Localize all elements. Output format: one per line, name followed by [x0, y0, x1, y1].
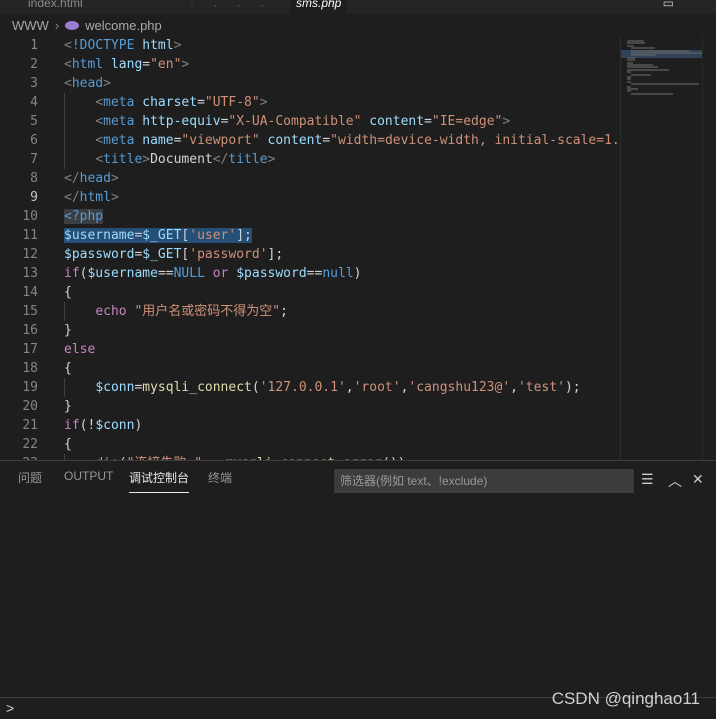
breadcrumb-file[interactable]: welcome.php: [85, 18, 162, 33]
split-editor-icon[interactable]: ▭: [663, 0, 674, 10]
tab-sms-php[interactable]: sms.php: [290, 0, 348, 14]
code-text[interactable]: $username=$_GET['user'];: [64, 226, 252, 245]
code-line[interactable]: 8 </head>: [0, 169, 620, 188]
code-text[interactable]: </head>: [64, 169, 119, 188]
vertical-scrollbar[interactable]: [702, 36, 716, 460]
code-text[interactable]: <meta http-equiv="X-UA-Compatible" conte…: [64, 112, 510, 131]
code-line[interactable]: 11 $username=$_GET['user'];: [0, 226, 620, 245]
chevron-up-icon[interactable]: ︿: [668, 471, 682, 491]
minimap-line: [631, 73, 651, 76]
code-text[interactable]: <title>Document</title>: [64, 150, 275, 169]
code-text[interactable]: if($username==NULL or $password==null): [64, 264, 361, 283]
tab-index-html[interactable]: index.html: [28, 0, 83, 14]
line-number: 5: [30, 114, 38, 129]
code-text[interactable]: <meta name="viewport" content="width=dev…: [64, 131, 620, 150]
line-number: 14: [22, 285, 38, 300]
code-line[interactable]: 21 if(!$conn): [0, 416, 620, 435]
minimap-line: [627, 68, 669, 71]
code-line[interactable]: 17 else: [0, 340, 620, 359]
line-number: 9: [30, 190, 38, 205]
line-number: 3: [30, 76, 38, 91]
code-line[interactable]: 3 <head>: [0, 74, 620, 93]
code-line[interactable]: 7 <title>Document</title>: [0, 150, 620, 169]
line-number: 12: [22, 247, 38, 262]
editor-tab-strip: index.html · · · · sms.php ▭: [0, 0, 716, 14]
code-text[interactable]: </html>: [64, 188, 119, 207]
line-number: 17: [22, 342, 38, 357]
code-line[interactable]: 19 $conn=mysqli_connect('127.0.0.1','roo…: [0, 378, 620, 397]
line-number: 16: [22, 323, 38, 338]
line-number: 10: [22, 209, 38, 224]
code-text[interactable]: }: [64, 321, 72, 340]
code-line[interactable]: 9 </html>: [0, 188, 620, 207]
line-number: 2: [30, 57, 38, 72]
tab-problems[interactable]: 问题: [18, 469, 42, 492]
tab-status-icons: · · · ·: [190, 0, 272, 12]
code-text[interactable]: {: [64, 359, 72, 378]
code-text[interactable]: else: [64, 340, 95, 359]
line-number: 19: [22, 380, 38, 395]
code-text[interactable]: <meta charset="UTF-8">: [64, 93, 267, 112]
code-line[interactable]: 2 <html lang="en">: [0, 55, 620, 74]
line-number: 13: [22, 266, 38, 281]
code-text[interactable]: {: [64, 435, 72, 454]
line-number: 15: [22, 304, 38, 319]
filter-list-icon[interactable]: ☰: [641, 471, 654, 488]
tab-terminal[interactable]: 终端: [208, 469, 232, 492]
code-text[interactable]: {: [64, 283, 72, 302]
php-file-icon: [65, 20, 80, 30]
line-number: 4: [30, 95, 38, 110]
code-editor[interactable]: 1 <!DOCTYPE html> 2 <html lang="en"> 3 <head>…: [0, 36, 620, 460]
minimap[interactable]: [620, 36, 703, 460]
code-line[interactable]: 15 echo "用户名或密码不得为空";: [0, 302, 620, 321]
code-line[interactable]: 20}: [0, 397, 620, 416]
line-number: 1: [30, 38, 38, 53]
code-line[interactable]: 14 {: [0, 283, 620, 302]
line-number: 20: [22, 399, 38, 414]
code-text[interactable]: <!DOCTYPE html>: [64, 36, 181, 55]
watermark: CSDN @qinghao11: [551, 689, 700, 708]
line-number: 8: [30, 171, 38, 186]
code-text[interactable]: }: [64, 397, 72, 416]
code-line[interactable]: 13 if($username==NULL or $password==null): [0, 264, 620, 283]
chevron-right-icon: ›: [54, 17, 60, 33]
code-line[interactable]: 5 <meta http-equiv="X-UA-Compatible" con…: [0, 112, 620, 131]
line-number: 21: [22, 418, 38, 433]
console-filter-input[interactable]: [334, 469, 634, 493]
line-number: 11: [22, 228, 38, 243]
close-icon[interactable]: ✕: [692, 471, 704, 488]
line-number: 6: [30, 133, 38, 148]
breadcrumb-folder[interactable]: WWW: [12, 18, 49, 33]
code-text[interactable]: $conn=mysqli_connect('127.0.0.1','root',…: [64, 378, 580, 397]
minimap-line: [631, 92, 673, 95]
code-line[interactable]: 12 $password=$_GET['password'];: [0, 245, 620, 264]
code-text[interactable]: echo "用户名或密码不得为空";: [64, 302, 288, 321]
breadcrumb: WWW › welcome.php: [0, 14, 716, 36]
code-text[interactable]: <html lang="en">: [64, 55, 189, 74]
tab-output[interactable]: OUTPUT: [64, 469, 113, 489]
minimap-line: [631, 54, 657, 57]
code-line[interactable]: 22 {: [0, 435, 620, 454]
line-number: 7: [30, 152, 38, 167]
indent-guide: [64, 93, 65, 169]
indent-guide: [64, 302, 65, 321]
line-number: 18: [22, 361, 38, 376]
line-number: 22: [22, 437, 38, 452]
code-line[interactable]: 18 {: [0, 359, 620, 378]
code-line[interactable]: 1 <!DOCTYPE html>: [0, 36, 620, 55]
code-line[interactable]: 16}: [0, 321, 620, 340]
console-prompt-icon: >: [6, 700, 15, 716]
code-text[interactable]: <?php: [64, 207, 104, 226]
minimap-line: [631, 83, 700, 86]
code-text[interactable]: if(!$conn): [64, 416, 142, 435]
code-text[interactable]: $password=$_GET['password'];: [64, 245, 283, 264]
code-text[interactable]: <head>: [64, 74, 111, 93]
indent-guide: [64, 378, 65, 397]
code-line[interactable]: 4 <meta charset="UTF-8">: [0, 93, 620, 112]
bottom-panel: 问题 OUTPUT 调试控制台 终端 ☰ ︿ ✕ > CSDN @qinghao…: [0, 460, 716, 718]
code-line[interactable]: 6 <meta name="viewport" content="width=d…: [0, 131, 620, 150]
code-line[interactable]: 10 <?php: [0, 207, 620, 226]
tab-debug-console[interactable]: 调试控制台: [129, 469, 190, 493]
